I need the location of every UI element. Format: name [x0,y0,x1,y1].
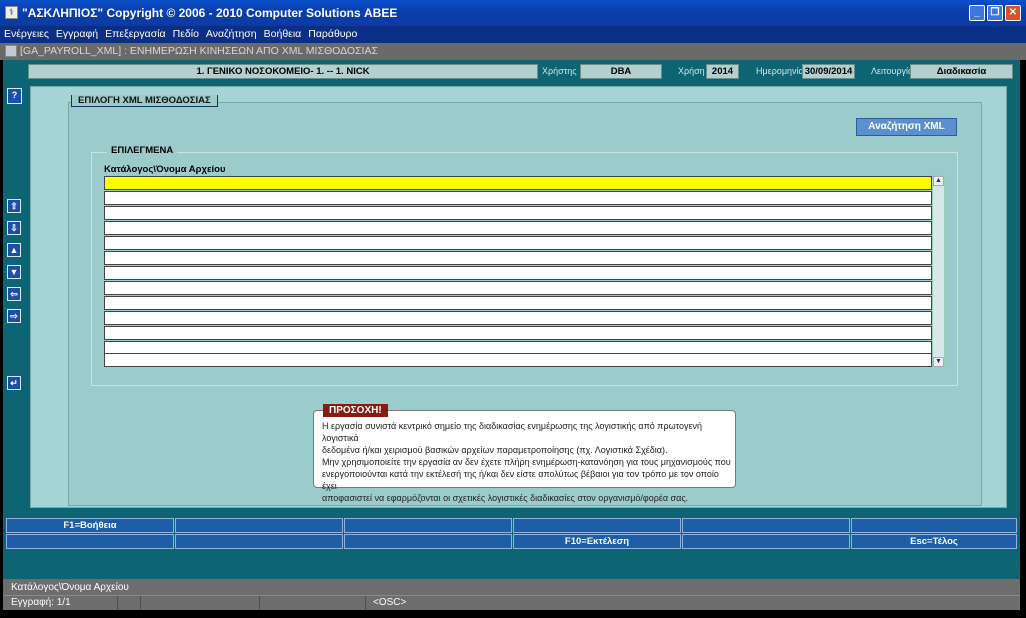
menu-bar: Ενέργειες Εγγραφή Επεξεργασία Πεδίο Αναζήτησ… [0,26,1026,43]
user-field: DBA [580,64,662,79]
fkey-button[interactable] [175,534,343,549]
file-row[interactable] [104,206,932,220]
form-title-bar: [GA_PAYROLL_XML] : ΕΝΗΜΕΡΩΣΗ ΚΙΝΗΣΕΩΝ ΑΠ… [0,43,1026,60]
fkey-button[interactable] [851,518,1017,533]
warning-line: δεδομένα ή/και χειρισμού βασικών αρχείων… [322,445,668,455]
file-row[interactable] [104,266,932,280]
fkey-button[interactable] [344,518,512,533]
first-record-icon[interactable]: ⇧ [7,199,21,213]
search-xml-button[interactable]: Αναζήτηση XML [856,118,957,136]
fkey-button[interactable] [682,518,850,533]
f10-execute-button[interactable]: F10=Εκτέλεση [513,534,681,549]
status-divider [140,596,141,610]
menu-item-actions[interactable]: Ενέργειες [0,26,52,40]
date-field: 30/09/2014 [802,64,855,79]
menu-item-help[interactable]: Βοήθεια [260,26,305,40]
warning-text: Η εργασία συνιστά κεντρικό σημείο της δι… [322,420,732,504]
f1-help-button[interactable]: F1=Βοήθεια [6,518,174,533]
status-bar: Κατάλογος\Όνομα Αρχείου Εγγραφή: 1/1 <OS… [3,579,1020,610]
organization-field: 1. ΓΕΝΙΚΟ ΝΟΣΟΚΟΜΕΙΟ- 1. -- 1. NICK [28,64,538,79]
app-icon[interactable]: ⚕ [5,6,18,19]
menu-item-window[interactable]: Παράθυρο [304,26,360,40]
status-field-name: Κατάλογος\Όνομα Αρχείου [11,582,129,593]
help-icon[interactable]: ? [7,88,22,104]
file-row[interactable] [104,251,932,265]
next-record-icon[interactable]: ▼ [7,265,21,279]
window-title: "ΑΣΚΛΗΠΙΟΣ" Copyright © 2006 - 2010 Comp… [22,6,398,20]
warning-line: αποφασιστεί να εφαρμόζονται οι σχετικές … [322,493,689,503]
form-icon [5,45,17,57]
close-button[interactable]: ✕ [1005,5,1021,21]
file-row[interactable] [104,326,932,340]
warning-line: Μην χρησιμοποιείτε την εργασία αν δεν έχ… [322,457,731,467]
status-mode: <OSC> [373,597,407,608]
status-divider [365,596,366,610]
exit-icon[interactable]: ↵ [7,376,21,390]
fkey-button[interactable] [175,518,343,533]
status-record: Εγγραφή: 1/1 [11,597,71,608]
frame-title: ΕΠΙΛΟΓΗ XML ΜΙΣΘΟΔΟΣΙΑΣ [71,95,218,107]
date-label: Ημερομηνία [756,66,804,76]
fkey-button[interactable] [344,534,512,549]
file-row[interactable] [104,353,932,367]
last-record-icon[interactable]: ⇩ [7,221,21,235]
menu-item-field[interactable]: Πεδίο [169,26,202,40]
function-label: Λειτουργία [871,66,914,76]
fkey-button[interactable] [6,534,174,549]
file-row[interactable] [104,281,932,295]
file-row[interactable] [104,191,932,205]
previous-block-icon[interactable]: ⇦ [7,287,21,301]
column-header: Κατάλογος\Όνομα Αρχείου [104,164,226,175]
menu-item-record[interactable]: Εγγραφή [52,26,101,40]
warning-line: ενεργοποιούνται κατά την εκτέλεσή της ή/… [322,469,719,491]
year-field: 2014 [706,64,739,79]
restore-button[interactable]: ❐ [987,5,1003,21]
warning-line: Η εργασία συνιστά κεντρικό σημείο της δι… [322,421,702,443]
file-row[interactable] [104,176,932,190]
menu-item-search[interactable]: Αναζήτηση [202,26,260,40]
form-title: [GA_PAYROLL_XML] : ΕΝΗΜΕΡΩΣΗ ΚΙΝΗΣΕΩΝ ΑΠ… [20,45,378,57]
scroll-down-icon[interactable]: ▼ [933,357,944,367]
next-block-icon[interactable]: ⇨ [7,309,21,323]
year-label: Χρήση [678,66,705,76]
file-row[interactable] [104,296,932,310]
user-label: Χρήστης [542,66,577,76]
status-divider [117,596,118,610]
fkey-button[interactable] [513,518,681,533]
esc-exit-button[interactable]: Esc=Τέλος [851,534,1017,549]
file-row[interactable] [104,236,932,250]
selected-title: ΕΠΙΛΕΓΜΕΝΑ [107,145,178,156]
fkey-button[interactable] [682,534,850,549]
previous-record-icon[interactable]: ▲ [7,243,21,257]
function-field: Διαδικασία [910,64,1013,79]
menu-item-edit[interactable]: Επεξεργασία [101,26,169,40]
scroll-up-icon[interactable]: ▲ [933,176,944,186]
minimize-button[interactable]: _ [969,5,985,21]
file-row[interactable] [104,221,932,235]
warning-title: ΠΡΟΣΟΧΗ! [323,404,388,417]
file-row[interactable] [104,311,932,325]
status-divider [259,596,260,610]
title-bar: ⚕ "ΑΣΚΛΗΠΙΟΣ" Copyright © 2006 - 2010 Co… [0,0,1026,26]
list-scrollbar[interactable]: ▲ ▼ [932,175,945,368]
